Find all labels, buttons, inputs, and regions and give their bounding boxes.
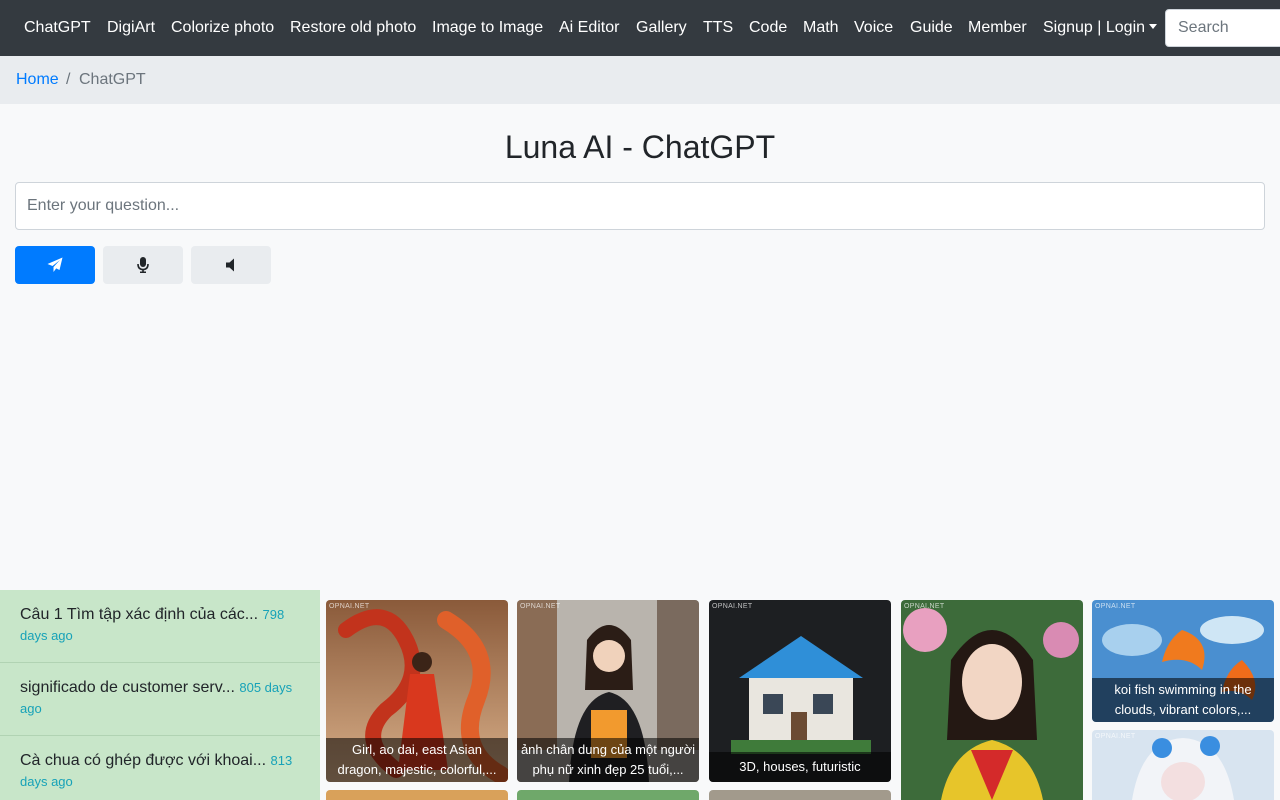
page-title: Luna AI - ChatGPT [504, 129, 776, 165]
breadcrumb: Home / ChatGPT [0, 56, 1280, 104]
gallery-tile[interactable]: OPNAI.NET 3D, houses, futuristic [709, 600, 891, 782]
watermark: OPNAI.NET [329, 603, 370, 610]
image-caption: koi fish swimming in the clouds, vibrant… [1092, 678, 1274, 722]
paper-plane-icon [47, 257, 63, 272]
history-question: Cà chua có ghép được với khoai... [20, 752, 267, 769]
watermark: OPNAI.NET [520, 603, 561, 610]
caret-down-icon [1149, 24, 1158, 29]
gallery-tile[interactable]: OPNAI.NET [901, 600, 1083, 800]
nav-tts[interactable]: TTS [703, 18, 733, 37]
anime-girl-image [1092, 730, 1274, 800]
breadcrumb-home[interactable]: Home [16, 71, 59, 89]
navbar: ChatGPT DigiArt Colorize photo Restore o… [0, 0, 1280, 56]
gallery-tile[interactable]: OPNAI.NET [1092, 730, 1274, 800]
image-caption: Girl, ao dai, east Asian dragon, majesti… [326, 738, 508, 782]
gallery-tile[interactable]: OPNAI.NET Girl, ao dai, east Asian drago… [326, 600, 508, 782]
nav-ai-editor[interactable]: Ai Editor [559, 18, 619, 37]
landscape-image [709, 790, 891, 800]
nav-digiart[interactable]: DigiArt [107, 18, 155, 37]
account-dropdown[interactable]: Signup | Login [1043, 18, 1158, 37]
gallery-tile[interactable] [517, 790, 699, 800]
lotus-portrait-image [901, 600, 1083, 800]
nav-restore-old-photo[interactable]: Restore old photo [290, 18, 416, 37]
nav-chatgpt[interactable]: ChatGPT [24, 18, 91, 37]
image-caption: ảnh chân dung của một người phụ nữ xinh … [517, 738, 699, 782]
history-item[interactable]: significado de customer serv... 805 days… [0, 663, 320, 736]
nav-code[interactable]: Code [749, 18, 787, 37]
nav-image-to-image[interactable]: Image to Image [432, 18, 543, 37]
nav-colorize-photo[interactable]: Colorize photo [171, 18, 274, 37]
breadcrumb-separator: / [66, 71, 71, 88]
speaker-button[interactable] [191, 246, 271, 284]
watermark: OPNAI.NET [712, 603, 753, 610]
nav-member[interactable]: Member [968, 18, 1027, 37]
nav-guide[interactable]: Guide [910, 18, 953, 37]
history-item[interactable]: Câu 1 Tìm tập xác định của các... 798 da… [0, 590, 320, 663]
search-input[interactable] [1165, 9, 1280, 47]
history-question: Câu 1 Tìm tập xác định của các... [20, 606, 259, 623]
microphone-button[interactable] [103, 246, 183, 284]
image-caption: 3D, houses, futuristic [709, 752, 891, 782]
palm-image [517, 790, 699, 800]
account-label: Signup | Login [1043, 19, 1146, 36]
microphone-icon [137, 257, 149, 273]
question-input[interactable] [15, 182, 1265, 230]
watermark: OPNAI.NET [1095, 733, 1136, 740]
history-question: significado de customer serv... [20, 679, 235, 696]
gallery-tile[interactable]: OPNAI.NET koi fish swimming in the cloud… [1092, 600, 1274, 722]
sunset-image [326, 790, 508, 800]
history-item[interactable]: Cà chua có ghép được với khoai... 813 da… [0, 736, 320, 800]
send-button[interactable] [15, 246, 95, 284]
gallery-tile[interactable] [709, 790, 891, 800]
gallery-tile[interactable] [326, 790, 508, 800]
gallery-tile[interactable]: OPNAI.NET ảnh chân dung của một người ph… [517, 600, 699, 782]
speaker-icon [226, 258, 234, 272]
watermark: OPNAI.NET [904, 603, 945, 610]
nav-voice[interactable]: Voice [854, 18, 893, 37]
nav-gallery[interactable]: Gallery [636, 18, 687, 37]
history-list: Câu 1 Tìm tập xác định của các... 798 da… [0, 590, 320, 800]
watermark: OPNAI.NET [1095, 603, 1136, 610]
breadcrumb-current: ChatGPT [79, 71, 146, 88]
nav-math[interactable]: Math [803, 18, 839, 37]
